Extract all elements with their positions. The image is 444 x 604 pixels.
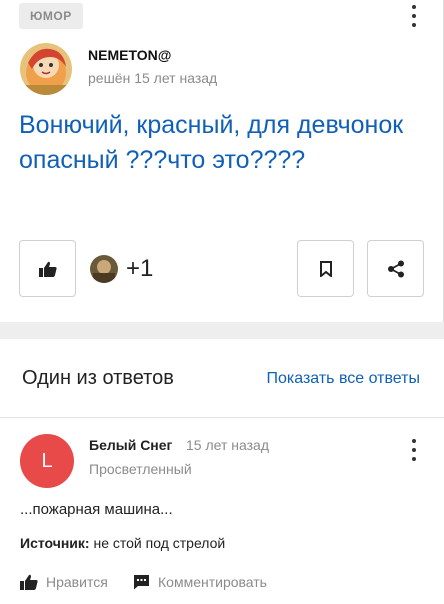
question-status: решён 15 лет назад (88, 70, 218, 86)
answer-menu-icon[interactable] (411, 439, 417, 461)
answer-source: Источник: не стой под стрелой (20, 535, 225, 551)
liker-avatar[interactable] (90, 255, 118, 283)
answer-text: ...пожарная машина... (20, 501, 173, 518)
answer-time: 15 лет назад (186, 437, 269, 453)
answer-author-avatar[interactable]: L (20, 434, 74, 488)
answers-card: Один из ответов Показать все ответы L Бе… (0, 339, 444, 604)
comment-icon (134, 575, 149, 590)
question-title: Вонючий, красный, для девчонок опасный ?… (19, 111, 404, 174)
answer-comment-button[interactable]: Комментировать (133, 574, 267, 590)
bookmark-button[interactable] (297, 240, 354, 297)
thumbs-up-icon (38, 261, 57, 277)
question-menu-icon[interactable] (411, 5, 417, 27)
category-tag[interactable]: Юмор (19, 3, 83, 29)
show-all-answers-link[interactable]: Показать все ответы (266, 370, 420, 388)
answers-heading: Один из ответов (22, 367, 174, 389)
like-button[interactable] (19, 240, 76, 297)
answer-author-rank: Просветленный (89, 461, 192, 477)
thumbs-up-icon (20, 574, 38, 590)
source-label: Источник: (20, 535, 90, 551)
source-value: не стой под стрелой (93, 535, 226, 551)
author-name[interactable]: NEMETON@ (88, 47, 171, 63)
share-button[interactable] (367, 240, 424, 297)
answer-comment-label: Комментировать (158, 574, 267, 590)
likes-count: +1 (126, 255, 154, 282)
divider (0, 417, 444, 418)
answer-author-name[interactable]: Белый Снег (89, 437, 172, 453)
author-avatar[interactable] (20, 43, 72, 95)
share-icon (387, 260, 404, 277)
bookmark-icon (319, 260, 332, 277)
answer-like-label: Нравится (46, 574, 108, 590)
answer-like-button[interactable]: Нравится (20, 574, 108, 590)
question-card: Юмор NEMETON@ решён 15 лет назад Вонючий… (0, 0, 444, 322)
